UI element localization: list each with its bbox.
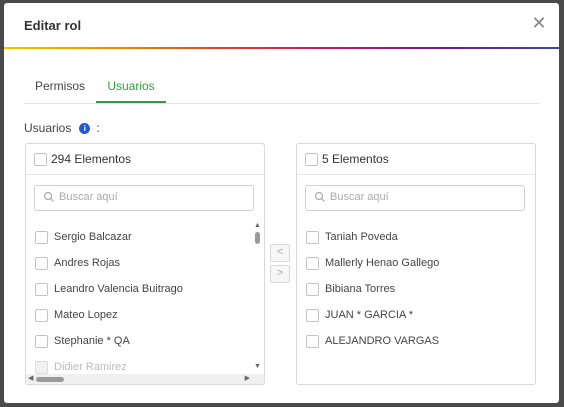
item-label: Sergio Balcazar xyxy=(54,231,132,243)
assigned-users-panel: 5 Elementos Taniah Poveda Mallerly Henao… xyxy=(296,143,536,385)
item-label: Taniah Poveda xyxy=(325,231,398,243)
item-label: ALEJANDRO VARGAS xyxy=(325,335,440,347)
move-left-button[interactable]: < xyxy=(270,244,290,262)
vertical-scrollbar[interactable]: ▲ ▼ xyxy=(254,222,262,370)
move-right-button[interactable]: > xyxy=(270,265,290,283)
tab-permisos[interactable]: Permisos xyxy=(24,73,96,103)
list-item[interactable]: Taniah Poveda xyxy=(297,224,525,250)
search-icon xyxy=(314,191,325,202)
list-item[interactable]: Mateo Lopez xyxy=(26,302,254,328)
scroll-down-icon[interactable]: ▼ xyxy=(254,363,261,370)
scroll-right-icon[interactable]: ▶ xyxy=(245,374,250,384)
item-count: 5 Elementos xyxy=(322,152,389,166)
scroll-left-icon[interactable]: ◀ xyxy=(28,374,33,384)
item-label: Andres Rojas xyxy=(54,257,121,269)
item-checkbox[interactable] xyxy=(306,335,319,348)
search-input[interactable] xyxy=(59,187,249,207)
list-item[interactable]: ALEJANDRO VARGAS xyxy=(297,328,525,354)
panel-header: 5 Elementos xyxy=(297,144,535,175)
chevron-left-icon: < xyxy=(276,246,284,258)
list-item[interactable]: Stephanie * QA xyxy=(26,328,254,354)
list-item[interactable]: Mallerly Henao Gallego xyxy=(297,250,525,276)
tab-usuarios[interactable]: Usuarios xyxy=(96,73,166,103)
search-input[interactable] xyxy=(330,187,520,207)
list-item[interactable]: JUAN * GARCIA * xyxy=(297,302,525,328)
header-accent-bar xyxy=(4,47,559,49)
select-all-checkbox[interactable] xyxy=(305,153,318,166)
item-label: Stephanie * QA xyxy=(54,335,130,347)
scroll-thumb[interactable] xyxy=(255,232,260,244)
list-item[interactable]: Leandro Valencia Buitrago xyxy=(26,276,254,302)
item-label: JUAN * GARCIA * xyxy=(325,309,414,321)
edit-role-modal: Editar rol ✕ Permisos Usuarios Usuarios i… xyxy=(4,3,559,403)
user-list: Sergio Balcazar Andres Rojas Leandro Val… xyxy=(26,224,254,380)
item-checkbox[interactable] xyxy=(306,231,319,244)
list-item[interactable]: Andres Rojas xyxy=(26,250,254,276)
modal-title: Editar rol xyxy=(24,18,82,33)
item-checkbox[interactable] xyxy=(35,309,48,322)
item-checkbox xyxy=(35,361,48,374)
users-label-text: Usuarios xyxy=(24,121,72,135)
item-checkbox[interactable] xyxy=(306,257,319,270)
item-label: Mallerly Henao Gallego xyxy=(325,257,440,269)
item-checkbox[interactable] xyxy=(35,231,48,244)
item-checkbox[interactable] xyxy=(35,283,48,296)
users-section-label: Usuarios i: xyxy=(24,121,100,135)
tab-bar: Permisos Usuarios xyxy=(24,73,540,104)
item-checkbox[interactable] xyxy=(35,257,48,270)
label-colon: : xyxy=(96,121,100,135)
search-box xyxy=(305,185,525,211)
modal-header: Editar rol ✕ xyxy=(4,3,559,47)
chevron-right-icon: > xyxy=(276,267,284,279)
list-item[interactable]: Sergio Balcazar xyxy=(26,224,254,250)
horizontal-scrollbar[interactable]: ◀ ▶ xyxy=(26,374,264,384)
item-checkbox[interactable] xyxy=(35,335,48,348)
available-users-panel: 294 Elementos Sergio Balcazar Andres Roj… xyxy=(25,143,265,385)
item-checkbox[interactable] xyxy=(306,283,319,296)
info-icon[interactable]: i xyxy=(79,123,91,135)
item-label: Bibiana Torres xyxy=(325,283,396,295)
select-all-checkbox[interactable] xyxy=(34,153,47,166)
user-list: Taniah Poveda Mallerly Henao Gallego Bib… xyxy=(297,224,525,354)
item-count: 294 Elementos xyxy=(51,152,132,166)
list-item[interactable]: Bibiana Torres xyxy=(297,276,525,302)
item-checkbox[interactable] xyxy=(306,309,319,322)
search-box xyxy=(34,185,254,211)
item-label: Mateo Lopez xyxy=(54,309,118,321)
item-label: Leandro Valencia Buitrago xyxy=(54,283,183,295)
panel-header: 294 Elementos xyxy=(26,144,264,175)
search-icon xyxy=(43,191,54,202)
scroll-thumb[interactable] xyxy=(36,377,64,382)
scroll-up-icon[interactable]: ▲ xyxy=(254,222,261,229)
close-icon[interactable]: ✕ xyxy=(531,14,547,32)
